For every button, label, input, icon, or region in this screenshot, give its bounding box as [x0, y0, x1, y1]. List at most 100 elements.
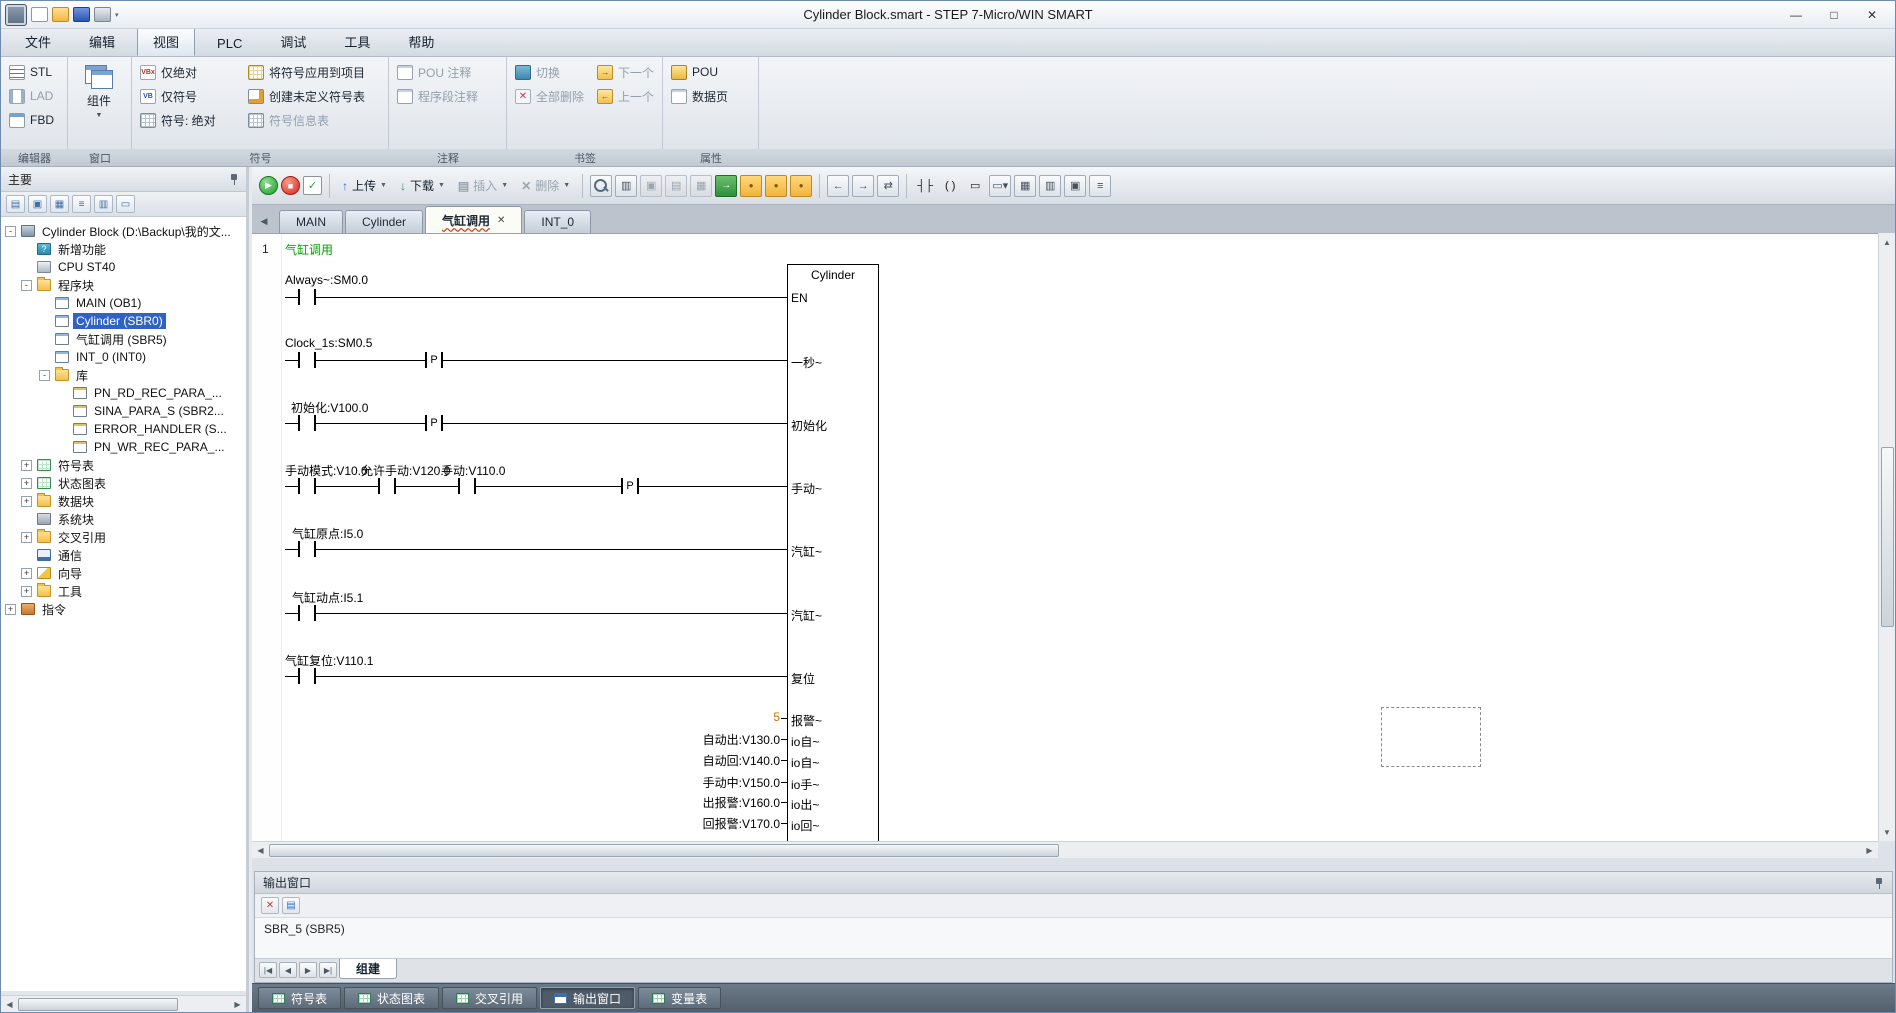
tab-int0[interactable]: INT_0 — [524, 210, 591, 233]
contact-operand[interactable]: 手动:V110.0 — [441, 462, 505, 479]
tree-expander[interactable]: + — [21, 496, 32, 507]
tree-item-cross-reference[interactable]: +交叉引用 — [1, 528, 246, 546]
menu-file[interactable]: 文件 — [9, 26, 67, 56]
new-window-icon[interactable]: ▦ — [690, 175, 712, 197]
navigate-back-icon[interactable]: ← — [827, 175, 849, 197]
last-tab-icon[interactable]: ▶| — [319, 962, 337, 978]
network-comment-button[interactable]: 程序段注释 — [393, 84, 502, 108]
contact-operand[interactable]: Always~:SM0.0 — [285, 273, 368, 287]
scroll-up-icon[interactable]: ▲ — [1879, 234, 1896, 250]
symbol-absolute-button[interactable]: 符号: 绝对 — [136, 108, 244, 132]
lock-pou-icon[interactable]: ● — [765, 175, 787, 197]
tree-item-int0[interactable]: INT_0 (INT0) — [1, 348, 246, 366]
menu-view[interactable]: 视图 — [137, 26, 195, 56]
tree-item-communication[interactable]: 通信 — [1, 546, 246, 564]
tree-item-pn-rd-rec[interactable]: PN_RD_REC_PARA_... — [1, 384, 246, 402]
insert-contact-icon[interactable]: ┤├ — [914, 175, 936, 197]
bookmark-toggle-button[interactable]: 切换 — [511, 60, 593, 84]
tree-item-library[interactable]: -库 — [1, 366, 246, 384]
ladder-contact[interactable] — [458, 478, 476, 494]
network-title[interactable]: 气缸调用 — [285, 241, 333, 258]
first-tab-icon[interactable]: |◀ — [259, 962, 277, 978]
next-tab-icon[interactable]: ▶ — [299, 962, 317, 978]
symbol-info-table-button[interactable]: 符号信息表 — [244, 108, 369, 132]
menu-debug[interactable]: 调试 — [264, 26, 322, 56]
tree-expander[interactable]: + — [21, 460, 32, 471]
block-input-value[interactable]: 手动中:V150.0 — [610, 774, 780, 791]
swap-operands-icon[interactable]: ⇄ — [877, 175, 899, 197]
small-icons-view-icon[interactable]: ▦ — [50, 195, 69, 213]
menu-edit[interactable]: 编辑 — [73, 26, 131, 56]
run-button[interactable]: ▶ — [259, 176, 278, 195]
bookmark-next-button[interactable]: 下一个 — [593, 60, 658, 84]
pin-icon[interactable] — [1874, 877, 1884, 889]
ladder-contact[interactable] — [298, 478, 316, 494]
bookmark-toolbar-icon[interactable]: ≡ — [1089, 175, 1111, 197]
print-icon[interactable] — [94, 7, 111, 22]
viewbar-tab-variable-table[interactable]: 变量表 — [638, 987, 721, 1009]
pin-icon[interactable] — [229, 173, 239, 185]
cascade-windows-icon[interactable]: ▣ — [640, 175, 662, 197]
tree-expander[interactable]: - — [5, 226, 16, 237]
contact-operand[interactable]: 气缸原点:I5.0 — [292, 525, 363, 542]
block-input-value[interactable]: 自动回:V140.0 — [610, 752, 780, 769]
tree-item-error-handler[interactable]: ERROR_HANDLER (S... — [1, 420, 246, 438]
ladder-contact[interactable] — [298, 289, 316, 305]
tree-item-instructions[interactable]: +指令 — [1, 600, 246, 618]
ladder-contact[interactable] — [298, 541, 316, 557]
ladder-editor-canvas[interactable]: 1 气缸调用 P P P — [252, 233, 1878, 841]
tree-item-pn-wr-rec[interactable]: PN_WR_REC_PARA_... — [1, 438, 246, 456]
customize-toolbar-icon[interactable]: ▾ — [115, 11, 119, 19]
tree-item-program-blocks[interactable]: -程序块 — [1, 276, 246, 294]
contact-operand[interactable]: 气缸动点:I5.1 — [292, 589, 363, 606]
project-compare-icon[interactable]: ▥ — [615, 175, 637, 197]
scroll-right-icon[interactable]: ▶ — [1861, 842, 1878, 858]
tree-item-main-ob1[interactable]: MAIN (OB1) — [1, 294, 246, 312]
contact-operand[interactable]: Clock_1s:SM0.5 — [285, 336, 372, 350]
close-button[interactable]: ✕ — [1853, 4, 1891, 26]
data-page-button[interactable]: 数据页 — [667, 84, 754, 108]
lock-project-icon[interactable]: ● — [740, 175, 762, 197]
tree-item-sina-para[interactable]: SINA_PARA_S (SBR2... — [1, 402, 246, 420]
monitor-view-icon[interactable]: ▭ — [116, 195, 135, 213]
minimize-button[interactable]: — — [1777, 4, 1815, 26]
scroll-left-icon[interactable]: ◀ — [1, 996, 18, 1012]
contact-operand[interactable]: 气缸复位:V110.1 — [285, 652, 373, 669]
scroll-down-icon[interactable]: ▼ — [1879, 824, 1896, 840]
app-icon[interactable] — [5, 4, 27, 26]
tab-scroll-left-icon[interactable]: ◀ — [255, 212, 273, 230]
large-icons-view-icon[interactable]: ▣ — [28, 195, 47, 213]
positive-edge-contact[interactable]: P — [425, 415, 443, 431]
ladder-contact[interactable] — [298, 605, 316, 621]
tree-item-status-chart[interactable]: +状态图表 — [1, 474, 246, 492]
navigate-forward-icon[interactable]: → — [852, 175, 874, 197]
block-input-value[interactable]: 5 — [610, 710, 780, 724]
menu-help[interactable]: 帮助 — [392, 26, 450, 56]
tree-item-cylinder-call-sbr5[interactable]: 气缸调用 (SBR5) — [1, 330, 246, 348]
tree-view-icon[interactable]: ▤ — [6, 195, 25, 213]
viewbar-tab-output-window[interactable]: 输出窗口 — [540, 987, 635, 1009]
tree-horizontal-scrollbar[interactable]: ◀ ▶ — [1, 995, 246, 1012]
subroutine-call-block[interactable]: Cylinder EN 一秒~ 初始化 手动~ 汽缸~ 汽缸~ 复位 报警~ i… — [787, 264, 879, 841]
tree-expander[interactable]: + — [21, 586, 32, 597]
ladder-contact[interactable] — [298, 352, 316, 368]
tree-item-cylinder-sbr0[interactable]: Cylinder (SBR0) — [1, 312, 246, 330]
stl-editor-button[interactable]: STL — [5, 60, 63, 84]
bookmark-previous-button[interactable]: 上一个 — [593, 84, 658, 108]
contact-operand[interactable]: 手动模式:V10.0 — [285, 462, 368, 479]
tree-item-data-block[interactable]: +数据块 — [1, 492, 246, 510]
absolute-only-button[interactable]: 仅绝对 — [136, 60, 244, 84]
tree-expander[interactable]: + — [21, 478, 32, 489]
tree-expander[interactable]: + — [5, 604, 16, 615]
tree-item-system-block[interactable]: 系统块 — [1, 510, 246, 528]
menu-tools[interactable]: 工具 — [328, 26, 386, 56]
compile-button[interactable]: ✓ — [303, 176, 322, 195]
lock-data-icon[interactable]: ● — [790, 175, 812, 197]
previous-tab-icon[interactable]: ◀ — [279, 962, 297, 978]
fbd-editor-button[interactable]: FBD — [5, 108, 63, 132]
tree-item-whats-new[interactable]: 新增功能 — [1, 240, 246, 258]
positive-edge-contact[interactable]: P — [621, 478, 639, 494]
close-tab-icon[interactable]: ✕ — [497, 215, 505, 226]
tree-item-tools[interactable]: +工具 — [1, 582, 246, 600]
delete-button[interactable]: ✕删除▼ — [516, 173, 575, 199]
